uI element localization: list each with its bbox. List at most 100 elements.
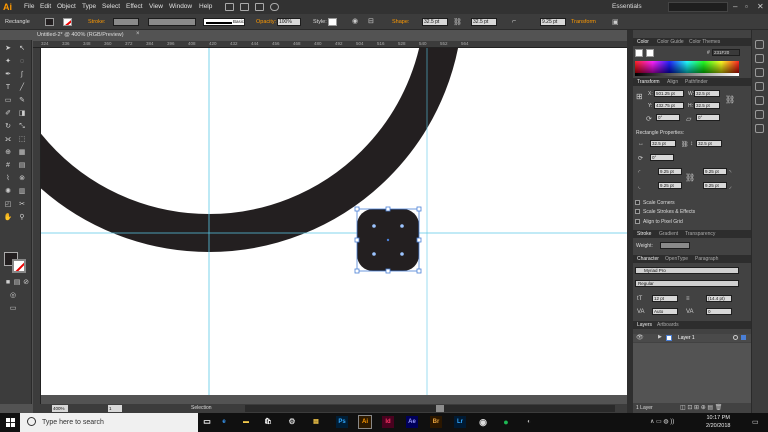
dock-swatches-icon[interactable] [755,68,764,77]
weight-field[interactable] [660,242,690,249]
tab-color-guide[interactable]: Color Guide [657,39,684,45]
menu-object[interactable]: Object [57,3,76,10]
store-icon[interactable]: 🛍 [262,416,274,428]
free-transform-tool-icon[interactable]: ⬚ [17,135,27,144]
stroke-label[interactable]: Stroke: [88,19,105,25]
notifications-icon[interactable]: ▭ [752,418,759,426]
menu-help[interactable]: Help [199,3,212,10]
direct-selection-tool-icon[interactable]: ↖ [17,44,27,53]
corner-tr-icon[interactable]: ◝ [729,169,731,176]
app-misc-icon[interactable]: ◐ [523,416,535,428]
settings-icon[interactable]: ⚙ [286,416,298,428]
edge-icon[interactable]: e [218,416,230,428]
chrome-icon[interactable]: ◉ [477,416,489,428]
scale-tool-icon[interactable]: ⤡ [17,122,27,131]
corner-bl-field[interactable]: 9.25 pt [658,182,682,189]
menu-edit[interactable]: Edit [40,3,51,10]
line-tool-icon[interactable]: ╱ [17,83,27,92]
recolor-icon[interactable]: ◉ [352,17,358,25]
paintbrush-tool-icon[interactable]: ✎ [17,96,27,105]
rect-angle-field[interactable]: 0° [650,154,674,161]
magic-wand-tool-icon[interactable]: ✦ [3,57,13,66]
artboard-tool-icon[interactable]: ◰ [3,200,13,209]
curvature-tool-icon[interactable]: ∫ [17,70,27,79]
dock-graphic-styles-icon[interactable] [755,110,764,119]
task-view-icon[interactable]: ▭ [201,416,213,428]
link-proportions-icon[interactable]: ⛓ [453,18,462,26]
ruler-vertical[interactable] [33,48,41,404]
tab-gradient[interactable]: Gradient [659,231,678,237]
taskbar-clock[interactable]: 10:17 PM 2/20/2018 [706,414,730,430]
ruler-horizontal[interactable]: 324 336 348 360 372 384 396 408 420 432 444 456 468 4… [33,41,627,48]
layer-name[interactable]: Layer 1 [678,335,695,341]
menu-file[interactable]: File [24,3,34,10]
perspective-grid-tool-icon[interactable]: ▦ [17,148,27,157]
restore-icon[interactable]: ▫ [745,2,748,11]
tab-stroke[interactable]: Stroke [637,231,651,237]
menu-window[interactable]: Window [169,3,192,10]
tab-color-themes[interactable]: Color Themes [689,39,720,45]
y-field[interactable]: 432.75 pt [654,102,684,109]
dock-appearance-icon[interactable] [755,124,764,133]
menu-view[interactable]: View [149,3,163,10]
bridge-icon[interactable] [225,3,234,11]
workspace-switcher[interactable]: Essentials [612,3,642,10]
color-stroke-none-swatch[interactable] [635,49,643,57]
font-style-dropdown[interactable]: Regular [635,280,739,287]
corner-bl-icon[interactable]: ◟ [638,183,640,190]
blend-tool-icon[interactable]: ⊗ [17,174,27,183]
corner-type-icon[interactable]: ⌐ [512,18,516,25]
tab-opentype[interactable]: OpenType [665,256,688,262]
zoom-tool-icon[interactable]: ⚲ [17,213,27,222]
illustrator-icon[interactable]: Ai [358,415,372,429]
graphic-style-swatch[interactable] [328,18,337,26]
dock-brushes-icon[interactable] [755,82,764,91]
shaper-tool-icon[interactable]: ✐ [3,109,13,118]
constrain-proportions-icon[interactable]: ⛓ [725,95,735,104]
tab-paragraph[interactable]: Paragraph [695,256,718,262]
fill-color-swatch[interactable] [45,18,54,26]
scale-corners-checkbox[interactable] [635,200,640,205]
rect-width-field[interactable]: 32.5 pt [650,140,676,147]
column-graph-tool-icon[interactable]: ▥ [17,187,27,196]
symbol-sprayer-tool-icon[interactable]: ✺ [3,187,13,196]
artboard-number-field[interactable]: 1 [108,405,122,412]
status-tool-text[interactable]: Selection [191,405,212,411]
hex-field[interactable]: 231F20 [712,49,740,56]
photoshop-icon[interactable]: Ps [336,416,348,428]
arrange-documents-icon[interactable] [255,3,264,11]
file-explorer-icon[interactable]: ▬ [240,416,252,428]
lasso-tool-icon[interactable]: ◌ [17,57,27,66]
menu-type[interactable]: Type [82,3,96,10]
menu-select[interactable]: Select [102,3,120,10]
corner-tl-icon[interactable]: ◜ [638,169,640,176]
slice-tool-icon[interactable]: ✂ [17,200,27,209]
stroke-swatch[interactable] [12,259,26,273]
tab-layers[interactable]: Layers [637,322,652,328]
taskbar-search-input[interactable]: Type here to search [20,413,198,432]
brush-definition-dropdown[interactable]: Basic [203,18,245,26]
dock-properties-icon[interactable] [755,40,764,49]
visibility-eye-icon[interactable]: 👁 [636,334,644,341]
horizontal-scrollbar[interactable] [245,405,615,412]
corner-radius-field[interactable]: 9.25 pt [540,18,566,26]
draw-mode-icon[interactable]: ◎ [8,291,18,300]
shape-width-field[interactable]: 32.5 pt [422,18,448,26]
rotate-field[interactable]: 0° [656,114,680,121]
canvas[interactable] [41,48,627,404]
layers-footer-icons[interactable]: ◫ ⊡ ⊞ ⊕ ▤ 🗑 [680,404,722,411]
tab-artboards[interactable]: Artboards [657,322,679,328]
font-size-field[interactable]: 12 pt [652,295,678,302]
system-tray-icons[interactable]: ∧ ▭ ◍ )) [650,418,674,425]
eraser-tool-icon[interactable]: ◨ [17,109,27,118]
corner-tr-field[interactable]: 9.25 pt [703,168,727,175]
isolate-icon[interactable]: ▣ [612,18,619,26]
tab-pathfinder[interactable]: Pathfinder [685,79,708,85]
gpu-performance-icon[interactable] [270,3,279,11]
gradient-tool-icon[interactable]: ▤ [17,161,27,170]
selection-tool-icon[interactable]: ➤ [3,44,13,53]
shape-builder-tool-icon[interactable]: ⊕ [3,148,13,157]
rotate-tool-icon[interactable]: ↻ [3,122,13,131]
screen-mode-icon[interactable]: ▭ [8,304,18,313]
tab-transform[interactable]: Transform [637,79,660,85]
